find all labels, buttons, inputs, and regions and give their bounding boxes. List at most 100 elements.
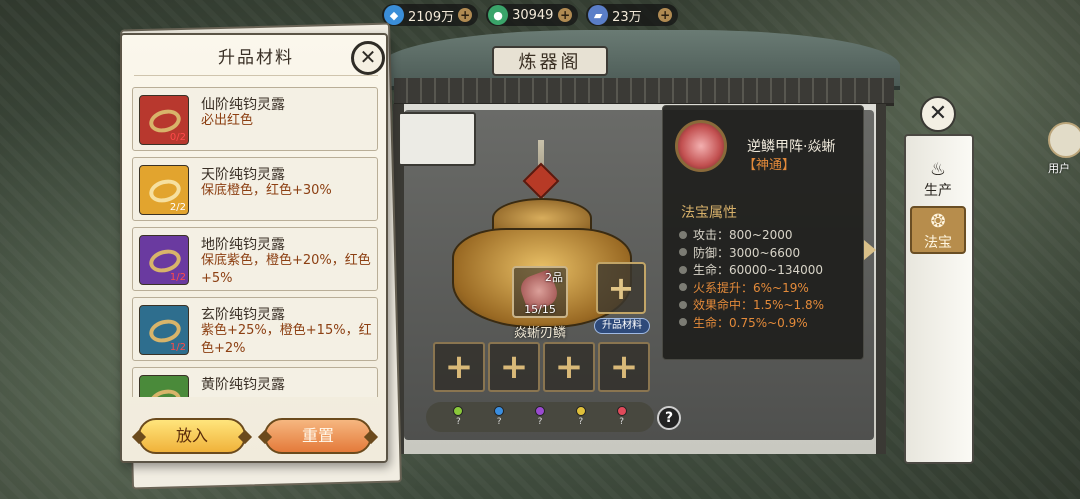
shop-sign: 炼器阁 (492, 46, 608, 76)
material-count: 2/2 (169, 202, 186, 213)
material-item-immortal-dew[interactable]: 0/2 仙阶纯钧灵露 必出红色 (132, 87, 378, 151)
attribute-list: 攻击：800~2000 防御：3000~6600 生命：60000~134000… (679, 226, 824, 331)
upgrade-material-slot[interactable]: + (596, 262, 646, 314)
bullet-icon (679, 230, 687, 239)
tab-treasure[interactable]: ❂ 法宝 (910, 206, 966, 254)
material-count: 1/2 (169, 272, 186, 283)
resource-jade-orb: ● 30949 + (486, 4, 579, 26)
gem-label: ? (619, 417, 624, 427)
material-slot-1[interactable]: + (433, 342, 485, 392)
gem-label: ? (456, 417, 461, 427)
gem-socket[interactable]: ? (575, 406, 586, 428)
attribute-text: 生命：60000~134000 (693, 263, 824, 278)
red-gem-icon (616, 406, 627, 416)
jade-orb-icon: ● (488, 5, 509, 25)
bullet-icon (679, 248, 687, 257)
gem-socket[interactable]: ? (534, 406, 545, 428)
put-in-button[interactable]: 放入 (131, 418, 253, 454)
material-name: 地阶纯钧灵露 (201, 237, 285, 253)
dew-bowl-icon: 2/2 (139, 165, 189, 215)
material-name: 仙阶纯钧灵露 (201, 97, 285, 113)
upgrade-material-tag: 升品材料 (594, 318, 650, 334)
forge-item-slot[interactable]: 2品 15/15 (512, 266, 568, 318)
dew-bowl-icon (139, 375, 189, 397)
add-resource-button[interactable]: + (558, 8, 573, 22)
material-name: 黄阶纯钧灵露 (201, 377, 285, 393)
attribute-row: 生命：0.75%~0.9% (679, 314, 824, 332)
material-slot-3[interactable]: + (543, 342, 595, 392)
material-slot-2[interactable]: + (488, 342, 540, 392)
attribute-text: 火系提升：6%~19% (693, 280, 809, 295)
tab-production[interactable]: ♨ 生产 (910, 152, 966, 200)
button-notch (237, 429, 253, 445)
material-item-heaven-dew[interactable]: 2/2 天阶纯钧灵露 保底橙色，红色+30% (132, 157, 378, 221)
resource-bar: ◆ 2109万 + ● 30949 + ▰ 23万 + (382, 4, 679, 26)
material-list[interactable]: 0/2 仙阶纯钧灵露 必出红色 2/2 天阶纯钧灵露 保底橙色，红色+30% 1… (132, 87, 380, 397)
item-name: 焱蜥刃鳞 (513, 326, 566, 341)
reset-button[interactable]: 重置 (257, 418, 379, 454)
put-in-label: 放入 (175, 426, 208, 445)
bullet-icon (679, 265, 687, 274)
button-notch (363, 429, 379, 445)
resource-crystal-ore: ▰ 23万 + (586, 4, 679, 26)
material-item-mystic-dew[interactable]: 1/2 玄阶纯钧灵露 紫色+25%，橙色+15%，红色+2% (132, 297, 378, 361)
material-slot-4[interactable]: + (598, 342, 650, 392)
gem-socket-bar: ? ? ? ? ? (426, 402, 654, 432)
attribute-text: 攻击：800~2000 (693, 228, 793, 243)
attribute-row: 火系提升：6%~19% (679, 279, 824, 297)
crystal-ore-icon: ▰ (588, 5, 609, 25)
close-shop-button[interactable]: ✕ (920, 96, 956, 132)
avatar (1048, 122, 1080, 158)
attribute-row: 效果命中：1.5%~1.8% (679, 296, 824, 314)
attribute-text: 生命：0.75%~0.9% (693, 315, 808, 330)
treasure-portrait-icon (675, 120, 727, 172)
pillar (876, 104, 886, 454)
button-notch (131, 429, 147, 445)
upgrade-material-panel: 升品材料 ✕ 0/2 仙阶纯钧灵露 必出红色 2/2 天阶纯钧灵露 保底橙色，红… (120, 33, 388, 463)
dew-bowl-icon: 1/2 (139, 235, 189, 285)
add-resource-button[interactable]: + (458, 8, 473, 22)
gem-socket[interactable]: ? (494, 406, 505, 428)
close-icon[interactable]: ✕ (351, 41, 385, 75)
gem-label: ? (496, 417, 502, 427)
attribute-row: 防御：3000~6600 (679, 244, 824, 262)
material-desc: 紫色+25%，橙色+15%，红色+2% (201, 323, 372, 356)
treasure-info-panel: 逆鳞甲阵·焱蜥 【神通】 法宝属性 攻击：800~2000 防御：3000~66… (662, 105, 864, 360)
material-name: 玄阶纯钧灵露 (201, 307, 285, 323)
purple-gem-icon (534, 406, 545, 416)
blank-board (398, 112, 476, 166)
gem-socket[interactable]: ? (453, 406, 464, 428)
material-desc: 保底紫色，橙色+20%，红色+5% (201, 253, 371, 286)
gem-socket[interactable]: ? (616, 406, 627, 428)
tab-label: 生产 (924, 183, 952, 199)
bullet-icon (679, 283, 687, 292)
reset-label: 重置 (301, 426, 334, 445)
bullet-icon (679, 300, 687, 309)
tab-label: 法宝 (924, 235, 952, 251)
help-button[interactable]: ? (657, 406, 681, 430)
roof-eave (394, 78, 894, 106)
item-count: 15/15 (524, 303, 556, 316)
treasure-type: 【神通】 (743, 158, 796, 173)
material-count: 0/2 (169, 132, 186, 143)
add-resource-button[interactable]: + (658, 8, 673, 22)
cauldron-icon: ♨ (929, 159, 947, 180)
resource-value: 2109万 (408, 9, 455, 25)
material-desc: 必出红色 (201, 113, 254, 128)
user-button[interactable]: 用户 (1048, 122, 1080, 178)
material-count: 1/2 (169, 342, 186, 353)
bullet-icon (679, 318, 687, 327)
gem-label: ? (578, 417, 584, 427)
divider (134, 75, 378, 76)
resource-spirit-stone: ◆ 2109万 + (382, 4, 479, 26)
attribute-text: 防御：3000~6600 (693, 245, 801, 260)
material-item-earth-dew[interactable]: 1/2 地阶纯钧灵露 保底紫色，橙色+20%，红色+5% (132, 227, 378, 291)
treasure-name: 逆鳞甲阵·焱蜥 (747, 139, 836, 155)
resource-value: 23万 (612, 9, 642, 25)
material-desc: 保底橙色，红色+30% (201, 183, 332, 198)
attribute-title: 法宝属性 (681, 205, 737, 221)
button-notch (257, 429, 273, 445)
material-item-yellow-dew[interactable]: 黄阶纯钧灵露 (132, 367, 378, 397)
treasure-icon: ❂ (930, 211, 946, 232)
attribute-row: 生命：60000~134000 (679, 261, 824, 279)
